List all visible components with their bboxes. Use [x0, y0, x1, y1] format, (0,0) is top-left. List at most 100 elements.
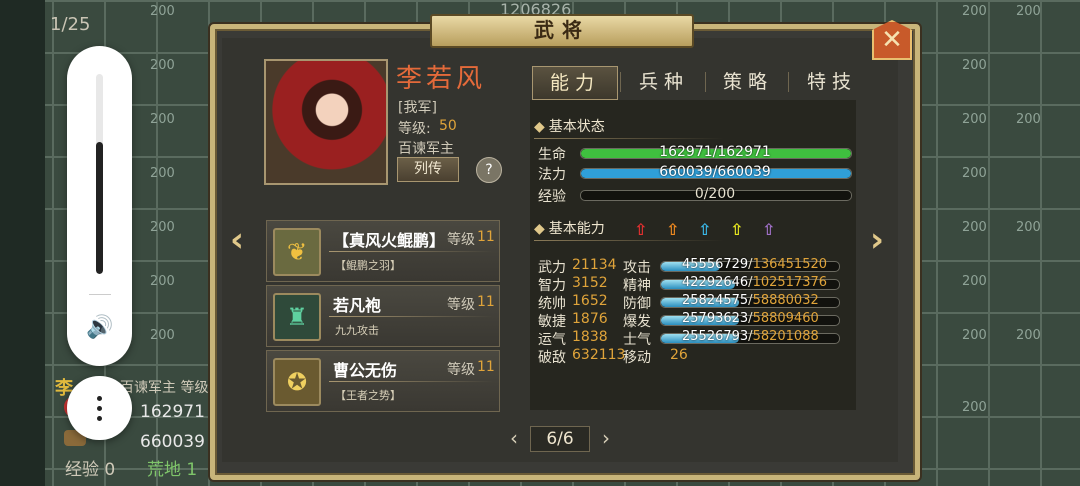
unit-role: 百谏军主 等级	[120, 380, 209, 396]
equipment-skill: 【鲲鹏之羽】	[335, 259, 401, 272]
page-next-icon[interactable]: ›	[602, 426, 610, 450]
combat-stat-value: 42292646/102517376	[682, 275, 828, 290]
tile-label: 200	[150, 220, 175, 235]
hp-label: 生命	[538, 147, 566, 163]
combat-stat-name: 防御	[623, 296, 651, 312]
equipment-level-value: 11	[477, 359, 495, 375]
tile-label: 200	[1016, 328, 1041, 343]
move-value: 26	[670, 347, 688, 363]
kills-value: 632113	[572, 347, 626, 363]
kills-label: 破敌	[538, 350, 566, 366]
volume-slider[interactable]	[96, 74, 103, 274]
page-indicator: 6/6	[530, 426, 590, 452]
unit-exp: 经验 0	[65, 455, 115, 480]
hero-title: 百谏军主	[398, 141, 454, 157]
tile-label: 200	[962, 220, 987, 235]
upgrade-arrow-yellow-icon[interactable]: ⇧	[730, 220, 743, 239]
attribute-value: 1652	[572, 293, 608, 309]
close-icon[interactable]: ✕	[874, 24, 910, 56]
exp-value: 0/200	[694, 186, 736, 202]
pager: ‹ 6/6 ›	[500, 426, 620, 452]
combat-stat-current: 42292646	[682, 275, 749, 290]
speaker-icon[interactable]: 🔊	[85, 316, 115, 340]
tab-strategy[interactable]: 策略	[708, 66, 788, 98]
tab-divider	[705, 72, 706, 92]
hero-level-label: 等级:	[398, 121, 431, 137]
upgrade-arrow-blue-icon[interactable]: ⇧	[698, 220, 711, 239]
attribute-value: 1876	[572, 311, 608, 327]
attribute-name: 智力	[538, 278, 566, 294]
page-prev-icon[interactable]: ‹	[510, 426, 518, 450]
equipment-name: 曹公无伤	[333, 361, 398, 380]
tile-label: 200	[150, 58, 175, 73]
tile-label: 200	[150, 274, 175, 289]
attribute-name: 武力	[538, 260, 566, 276]
attribute-name: 敏捷	[538, 314, 566, 330]
tile-label: 200	[150, 112, 175, 127]
combat-stat-max: 136451520	[752, 257, 828, 272]
equipment-skill: 九九攻击	[335, 324, 379, 337]
unit-hp: 162971	[140, 402, 205, 422]
mp-label: 法力	[538, 167, 566, 183]
tab-troops[interactable]: 兵种	[624, 66, 704, 98]
equipment-level-value: 11	[477, 294, 495, 310]
basic-status-title: 基本状态	[548, 119, 605, 135]
equipment-divider	[329, 381, 493, 382]
equipment-divider	[329, 316, 493, 317]
equipment-slot-accessory[interactable]: ✪ 曹公无伤 等级 11 【王者之势】	[266, 350, 500, 412]
upgrade-arrow-purple-icon[interactable]: ⇧	[762, 220, 775, 239]
tab-skills[interactable]: 特技	[792, 66, 872, 98]
volume-slider-fill	[96, 142, 103, 274]
equipment-level-value: 11	[477, 229, 495, 245]
general-dialog: 武将 ✕ 李若风 [我军] 等级: 50 百谏军主 列传 ? ❦ 【真风火鲲鹏】…	[200, 14, 920, 480]
prev-hero-arrow-icon[interactable]: ‹	[230, 220, 244, 260]
more-options-button[interactable]	[67, 376, 132, 440]
basic-ability-header: ◆ 基本能力	[534, 221, 605, 237]
tile-label: 200	[1016, 4, 1041, 19]
upgrade-arrow-red-icon[interactable]: ⇧	[634, 220, 647, 239]
combat-stat-current: 25824575	[682, 293, 749, 308]
combat-stat-value: 45556729/136451520	[682, 257, 828, 272]
biography-button[interactable]: 列传	[397, 157, 459, 182]
unit-exp-value: 0	[104, 460, 116, 480]
equipment-skill: 【王者之势】	[335, 389, 401, 402]
unit-mp: 660039	[140, 432, 205, 452]
tab-divider	[788, 72, 789, 92]
mp-value: 660039/660039	[659, 164, 771, 180]
equipment-divider	[329, 251, 493, 252]
section-divider	[534, 240, 724, 241]
tile-label: 200	[1016, 112, 1041, 127]
equipment-level-label: 等级	[447, 297, 475, 313]
attribute-value: 3152	[572, 275, 608, 291]
more-vertical-icon	[97, 416, 102, 421]
combat-stat-max: 58880032	[752, 293, 819, 308]
help-button[interactable]: ?	[476, 157, 502, 183]
tab-ability[interactable]: 能力	[532, 66, 618, 100]
attribute-name: 运气	[538, 332, 566, 348]
tile-label: 200	[962, 166, 987, 181]
tile-label: 200	[962, 4, 987, 19]
section-divider	[534, 138, 724, 139]
hero-name: 李若风	[396, 64, 487, 94]
combat-stat-current: 45556729	[682, 257, 749, 272]
attribute-value: 21134	[572, 257, 617, 273]
upgrade-arrow-orange-icon[interactable]: ⇧	[666, 220, 679, 239]
tab-divider	[620, 72, 621, 92]
combat-stat-name: 士气	[623, 332, 651, 348]
hero-faction: [我军]	[398, 100, 437, 116]
attribute-value: 1838	[572, 329, 608, 345]
hp-value: 162971/162971	[659, 144, 771, 160]
tile-label: 200	[962, 58, 987, 73]
equipment-slot-armor[interactable]: ♜ 若凡袍 等级 11 九九攻击	[266, 285, 500, 347]
next-hero-arrow-icon[interactable]: ›	[870, 220, 884, 260]
combat-stat-name: 精神	[623, 278, 651, 294]
combat-stat-name: 爆发	[623, 314, 651, 330]
volume-panel: 🔊	[67, 46, 132, 366]
tile-label: 200	[962, 274, 987, 289]
equipment-name: 【真风火鲲鹏】	[333, 231, 446, 250]
equipment-slot-weapon[interactable]: ❦ 【真风火鲲鹏】 等级 11 【鲲鹏之羽】	[266, 220, 500, 282]
more-vertical-icon	[97, 396, 102, 401]
tile-label: 200	[150, 4, 175, 19]
tile-label: 200	[150, 166, 175, 181]
volume-divider	[89, 294, 111, 295]
